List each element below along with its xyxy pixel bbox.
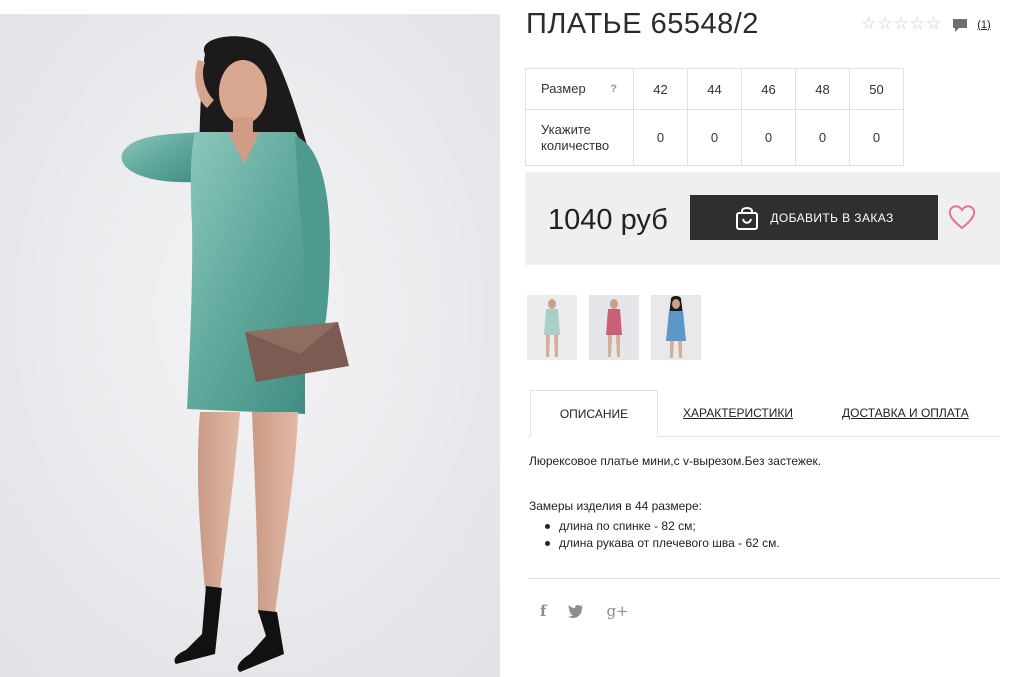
star-icon[interactable]: ☆ [861, 16, 876, 33]
add-to-order-button[interactable]: ДОБАВИТЬ В ЗАКАЗ [690, 195, 938, 240]
size-48: 48 [795, 68, 850, 110]
measurement-item: длина по спинке - 82 см; [545, 518, 780, 535]
quantity-input-50[interactable]: 0 [849, 109, 904, 166]
quantity-label-cell: Укажите количество [525, 109, 634, 166]
tab-characteristics[interactable]: ХАРАКТЕРИСТИКИ [683, 390, 793, 436]
size-44: 44 [687, 68, 742, 110]
quantity-input-42[interactable]: 0 [633, 109, 688, 166]
add-to-order-label: ДОБАВИТЬ В ЗАКАЗ [770, 210, 894, 225]
heart-icon[interactable] [948, 204, 976, 230]
size-50: 50 [849, 68, 904, 110]
comment-icon[interactable] [952, 17, 968, 33]
quantity-input-46[interactable]: 0 [741, 109, 796, 166]
quantity-input-48[interactable]: 0 [795, 109, 850, 166]
product-price: 1040 руб [548, 204, 668, 236]
quantity-input-44[interactable]: 0 [687, 109, 742, 166]
size-46: 46 [741, 68, 796, 110]
shopping-bag-icon [736, 206, 759, 230]
tab-delivery-payment[interactable]: ДОСТАВКА И ОПЛАТА [842, 390, 969, 436]
divider [528, 578, 1000, 579]
measurement-item: длина рукава от плечевого шва - 62 см. [545, 535, 780, 552]
size-help-icon[interactable]: ? [610, 81, 617, 97]
rating: ☆ ☆ ☆ ☆ ☆ (1) [861, 16, 991, 33]
size-label-cell: Размер ? [525, 68, 634, 110]
star-icon[interactable]: ☆ [910, 16, 925, 33]
thumbnail-mint-dress[interactable] [527, 295, 577, 360]
star-icon[interactable]: ☆ [877, 16, 892, 33]
product-tabs: ОПИСАНИЕ ХАРАКТЕРИСТИКИ ДОСТАВКА И ОПЛАТ… [528, 390, 1000, 437]
measurements-title: Замеры изделия в 44 размере: [529, 499, 702, 513]
price-bar: 1040 руб ДОБАВИТЬ В ЗАКАЗ [525, 172, 1000, 265]
social-share: f g+ [540, 602, 651, 620]
size-42: 42 [633, 68, 688, 110]
twitter-icon[interactable] [568, 604, 584, 618]
star-icon[interactable]: ☆ [894, 16, 909, 33]
size-table: Размер ? 42 44 46 48 50 Укажите количест… [525, 68, 904, 166]
facebook-icon[interactable]: f [540, 602, 546, 620]
quantity-label-line1: Укажите [541, 121, 591, 137]
star-icon[interactable]: ☆ [926, 16, 941, 33]
review-count-link[interactable]: (1) [977, 19, 990, 31]
size-label: Размер [541, 81, 586, 96]
measurements-list: длина по спинке - 82 см; длина рукава от… [545, 518, 780, 552]
product-main-image[interactable] [0, 14, 500, 677]
product-description: Люрексовое платье мини,с v-вырезом.Без з… [529, 454, 822, 468]
thumbnail-strip [527, 295, 701, 360]
tab-description[interactable]: ОПИСАНИЕ [530, 390, 658, 437]
thumbnail-blue-dress[interactable] [651, 295, 701, 360]
google-plus-icon[interactable]: g+ [606, 602, 628, 620]
quantity-label-line2: количество [541, 137, 610, 153]
thumbnail-pink-dress[interactable] [589, 295, 639, 360]
product-title: ПЛАТЬЕ 65548/2 [526, 8, 759, 40]
